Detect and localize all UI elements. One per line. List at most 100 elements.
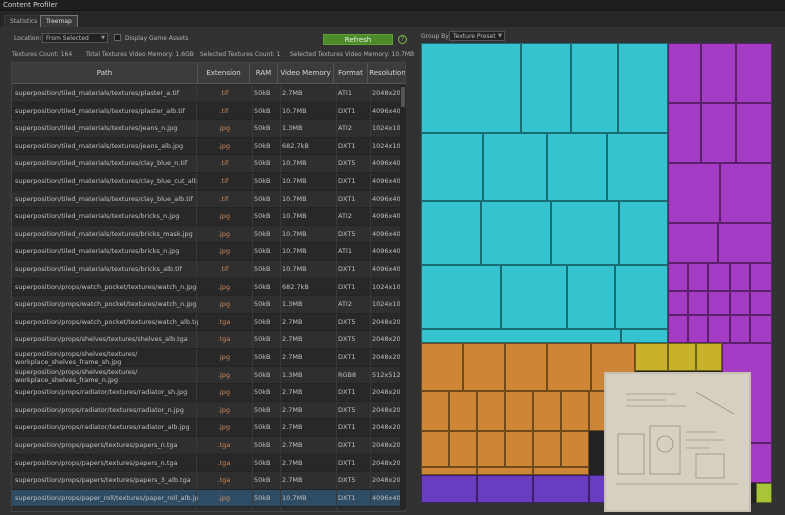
treemap-block[interactable] xyxy=(615,265,668,329)
table-row[interactable]: superposition/props/watch_pocket/texture… xyxy=(12,278,405,297)
treemap-block[interactable] xyxy=(668,343,696,371)
table-row[interactable]: superposition/props/shelves/textures/ wo… xyxy=(12,349,405,367)
treemap-block[interactable] xyxy=(477,475,533,503)
table-row[interactable]: superposition/props/shelves/textures/ wo… xyxy=(12,366,405,385)
table-row[interactable]: superposition/tiled_materials/textures/b… xyxy=(12,243,405,261)
treemap-block[interactable] xyxy=(505,431,533,467)
treemap-block[interactable] xyxy=(621,329,668,343)
treemap-block[interactable] xyxy=(421,43,521,133)
column-video-memory[interactable]: Video Memory xyxy=(278,63,334,84)
treemap-block[interactable] xyxy=(607,133,668,201)
treemap-block[interactable] xyxy=(533,431,561,467)
treemap-block[interactable] xyxy=(668,291,688,315)
treemap-block[interactable] xyxy=(561,391,589,431)
treemap-block[interactable] xyxy=(668,263,688,291)
treemap-block[interactable] xyxy=(533,475,589,503)
table-row[interactable]: superposition/props/radiator/textures/ra… xyxy=(12,384,405,402)
treemap-block[interactable] xyxy=(421,329,621,343)
treemap-block[interactable] xyxy=(571,43,618,133)
table-row[interactable]: superposition/tiled_materials/textures/j… xyxy=(12,120,405,138)
treemap-block[interactable] xyxy=(736,103,772,163)
treemap-block[interactable] xyxy=(483,133,547,201)
table-row[interactable]: superposition/props/watch_pocket/texture… xyxy=(12,296,405,314)
treemap-block[interactable] xyxy=(696,343,722,371)
table-scrollbar[interactable] xyxy=(400,85,406,509)
treemap-block[interactable] xyxy=(668,315,688,343)
treemap-block[interactable] xyxy=(730,315,750,343)
treemap-block[interactable] xyxy=(561,431,589,467)
treemap-block[interactable] xyxy=(505,343,547,391)
treemap-block[interactable] xyxy=(521,43,571,133)
treemap-block[interactable] xyxy=(736,43,772,103)
table-row[interactable]: superposition/props/newspaper/textures/ xyxy=(12,507,405,511)
column-ram[interactable]: RAM xyxy=(250,63,278,84)
treemap-block[interactable] xyxy=(708,291,730,315)
treemap-block[interactable] xyxy=(708,315,730,343)
column-resolution[interactable]: Resolution xyxy=(368,63,405,84)
location-select[interactable]: From Selected ▼ xyxy=(42,33,108,43)
treemap-block[interactable] xyxy=(481,201,551,265)
treemap-block[interactable] xyxy=(547,133,607,201)
treemap-block[interactable] xyxy=(533,467,589,475)
table-row[interactable]: superposition/tiled_materials/textures/b… xyxy=(12,208,405,226)
group-by-select[interactable]: Texture Preset ▼ xyxy=(449,31,505,41)
treemap-block[interactable] xyxy=(708,263,730,291)
treemap-block[interactable] xyxy=(750,263,772,291)
treemap-block[interactable] xyxy=(477,467,533,475)
treemap-block[interactable] xyxy=(688,315,708,343)
treemap-block[interactable] xyxy=(618,43,668,133)
table-row[interactable]: superposition/tiled_materials/textures/j… xyxy=(12,137,405,156)
table-row[interactable]: superposition/props/papers/textures/pape… xyxy=(12,437,405,455)
treemap-block[interactable] xyxy=(701,43,736,103)
table-row[interactable]: superposition/props/watch_pocket/texture… xyxy=(12,313,405,332)
treemap-block[interactable] xyxy=(449,391,477,431)
treemap-block[interactable] xyxy=(668,163,720,223)
table-row[interactable]: superposition/props/papers/textures/pape… xyxy=(12,472,405,490)
treemap-block[interactable] xyxy=(720,163,772,223)
treemap-block[interactable] xyxy=(421,467,477,475)
treemap-block[interactable] xyxy=(701,103,736,163)
treemap-block[interactable] xyxy=(421,201,481,265)
treemap-block[interactable] xyxy=(718,223,772,263)
treemap-block[interactable] xyxy=(635,343,668,371)
treemap-block[interactable] xyxy=(551,201,619,265)
column-format[interactable]: Format xyxy=(334,63,368,84)
treemap-block[interactable] xyxy=(750,315,772,343)
help-icon[interactable]: ? xyxy=(398,35,407,44)
treemap-block[interactable] xyxy=(688,291,708,315)
treemap-block[interactable] xyxy=(421,265,501,329)
table-row[interactable]: superposition/tiled_materials/textures/p… xyxy=(12,85,405,103)
display-game-assets-checkbox[interactable] xyxy=(114,34,121,41)
table-row[interactable]: superposition/tiled_materials/textures/c… xyxy=(12,190,405,209)
treemap-block[interactable] xyxy=(756,483,772,503)
treemap-block[interactable] xyxy=(421,475,477,503)
table-row[interactable]: superposition/tiled_materials/textures/c… xyxy=(12,155,405,173)
table-row[interactable]: superposition/tiled_materials/textures/c… xyxy=(12,173,405,191)
table-row[interactable]: superposition/tiled_materials/textures/b… xyxy=(12,261,405,279)
treemap-block[interactable] xyxy=(477,431,505,467)
treemap-block[interactable] xyxy=(668,103,701,163)
refresh-button[interactable]: Refresh xyxy=(323,34,393,45)
treemap-block[interactable] xyxy=(567,265,615,329)
column-path[interactable]: Path xyxy=(12,63,198,84)
table-row[interactable]: superposition/props/radiator/textures/ra… xyxy=(12,401,405,420)
treemap-block[interactable] xyxy=(730,263,750,291)
treemap-block[interactable] xyxy=(421,431,449,467)
treemap-block[interactable] xyxy=(463,343,505,391)
table-row[interactable]: superposition/tiled_materials/textures/p… xyxy=(12,102,405,121)
treemap-block[interactable] xyxy=(477,391,505,431)
treemap-block[interactable] xyxy=(750,291,772,315)
table-row[interactable]: superposition/tiled_materials/textures/b… xyxy=(12,225,405,244)
treemap-block[interactable] xyxy=(421,133,483,201)
treemap-block[interactable] xyxy=(619,201,668,265)
treemap-block[interactable] xyxy=(668,223,718,263)
treemap-block[interactable] xyxy=(547,343,591,391)
treemap-block[interactable] xyxy=(501,265,567,329)
treemap-block[interactable] xyxy=(421,343,463,391)
scrollbar-thumb[interactable] xyxy=(401,87,405,107)
table-row[interactable]: superposition/props/shelves/textures/she… xyxy=(12,331,405,349)
treemap-block[interactable] xyxy=(668,43,701,103)
tab-statistics[interactable]: Statistics xyxy=(4,15,44,27)
table-row[interactable]: superposition/props/paper_roll/textures/… xyxy=(12,489,405,508)
tab-treemap[interactable]: Treemap xyxy=(40,15,78,27)
